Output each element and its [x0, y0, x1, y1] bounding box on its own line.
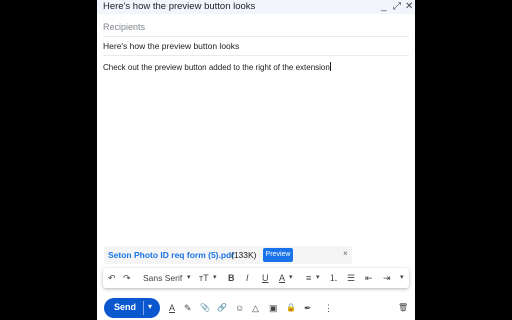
message-body-text: Check out the preview button added to th… [103, 63, 330, 72]
subject-text: Here's how the preview button looks [103, 41, 240, 51]
formatting-options-icon[interactable]: A [169, 302, 175, 314]
attachment-chip[interactable]: Seton Photo ID req form (5).pdf (133K) P… [104, 246, 352, 264]
emoji-icon[interactable]: ☺ [235, 302, 244, 314]
bold-icon[interactable]: B [228, 272, 235, 284]
formatting-toolbar: ↶ ↷ Sans Serif ▾ тT ▾ B I U A ▾ ≡ ▾ ⒈ ☰ … [103, 268, 409, 288]
recipients-placeholder: Recipients [103, 22, 146, 32]
insert-photo-icon[interactable]: ▣ [269, 302, 278, 314]
more-formatting-icon[interactable]: ▾ [400, 272, 404, 284]
send-button[interactable]: Send [114, 302, 136, 312]
align-caret-icon[interactable]: ▾ [316, 272, 320, 284]
text-color-icon[interactable]: A [279, 272, 285, 284]
signature-icon[interactable]: ✒ [304, 302, 312, 314]
preview-button[interactable]: Preview [263, 248, 293, 262]
numbered-list-icon[interactable]: ⒈ [329, 272, 338, 284]
drive-icon[interactable]: △ [252, 302, 259, 314]
message-body[interactable]: Check out the preview button added to th… [103, 62, 331, 72]
font-family-select[interactable]: Sans Serif [143, 272, 182, 284]
send-divider [143, 301, 144, 315]
indent-more-icon[interactable]: ⇥ [383, 272, 391, 284]
size-caret-icon[interactable]: ▾ [213, 272, 217, 284]
attach-file-icon[interactable]: 📎 [200, 302, 210, 314]
redo-icon[interactable]: ↷ [123, 272, 131, 284]
undo-icon[interactable]: ↶ [108, 272, 116, 284]
compose-bottom-bar: Send ▾ A ✎ 📎 🔗 ☺ △ ▣ 🔒 ✒ ⋮ 🗑 [97, 297, 415, 320]
insert-link-icon[interactable]: 🔗 [217, 302, 227, 314]
font-caret-icon[interactable]: ▾ [187, 272, 191, 284]
attachment-name[interactable]: Seton Photo ID req form (5).pdf [108, 250, 234, 260]
attachment-size: (133K) [231, 250, 257, 260]
send-button-group: Send ▾ [104, 298, 160, 318]
send-options-icon[interactable]: ▾ [148, 302, 152, 311]
compose-window: Here's how the preview button looks _ ⤢ … [97, 0, 415, 320]
more-options-icon[interactable]: ⋮ [324, 302, 333, 314]
recipients-field[interactable]: Recipients [103, 19, 409, 37]
ai-write-icon[interactable]: ✎ [184, 302, 192, 314]
align-icon[interactable]: ≡ [306, 272, 311, 284]
compose-titlebar[interactable]: Here's how the preview button looks _ ⤢ … [97, 0, 415, 14]
confidential-mode-icon[interactable]: 🔒 [286, 302, 296, 314]
minimize-icon[interactable]: _ [381, 1, 387, 13]
underline-icon[interactable]: U [262, 272, 269, 284]
bulleted-list-icon[interactable]: ☰ [347, 272, 355, 284]
italic-icon[interactable]: I [246, 272, 249, 284]
expand-icon[interactable]: ⤢ [393, 1, 401, 13]
remove-attachment-icon[interactable]: × [343, 249, 348, 258]
text-cursor [329, 62, 331, 71]
text-color-caret-icon[interactable]: ▾ [289, 272, 293, 284]
indent-less-icon[interactable]: ⇤ [365, 272, 373, 284]
discard-draft-icon[interactable]: 🗑 [398, 302, 408, 314]
compose-title: Here's how the preview button looks [103, 1, 256, 12]
font-size-icon[interactable]: тT [199, 272, 209, 284]
close-icon[interactable]: ✕ [405, 1, 413, 13]
subject-field[interactable]: Here's how the preview button looks [103, 38, 409, 56]
